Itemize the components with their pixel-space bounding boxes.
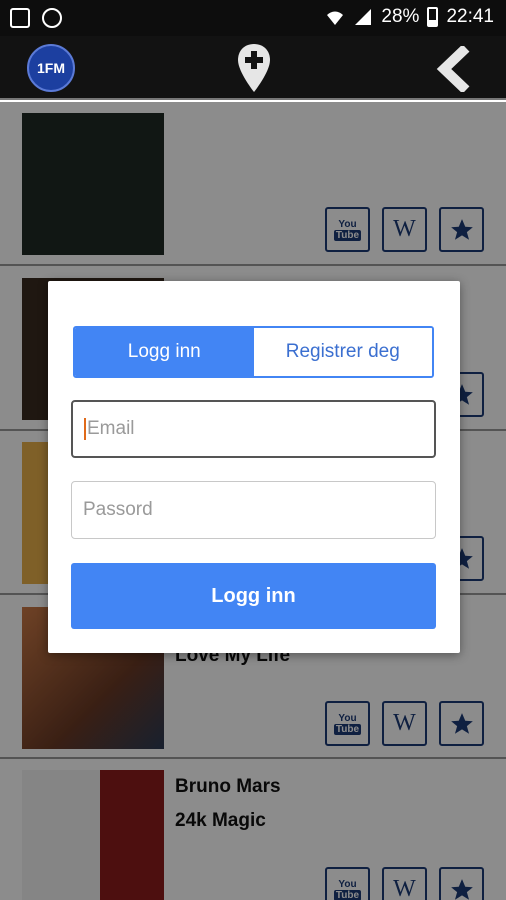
text-caret [84,418,86,440]
sync-icon [42,8,62,28]
status-bar: 28% 22:41 [0,0,506,36]
email-field[interactable]: Email [71,400,436,458]
login-button[interactable]: Logg inn [71,563,436,629]
battery-icon [427,7,439,27]
signal-icon [355,9,372,25]
add-location-icon[interactable] [236,42,272,94]
app-header: 1FM [0,36,506,100]
wifi-icon [327,11,344,25]
battery-percent: 28% [381,6,420,27]
clock: 22:41 [446,6,494,27]
login-dialog: Logg inn Registrer deg Email Passord Log… [48,281,460,653]
password-field[interactable]: Passord [71,481,436,539]
tab-login[interactable]: Logg inn [75,328,254,376]
back-chevron-icon[interactable] [436,46,476,92]
auth-tabs: Logg inn Registrer deg [73,326,434,378]
email-placeholder: Email [87,418,135,439]
logo[interactable]: 1FM [27,44,75,92]
password-placeholder: Passord [83,499,153,520]
tab-register[interactable]: Registrer deg [253,328,432,376]
image-icon [10,8,30,28]
